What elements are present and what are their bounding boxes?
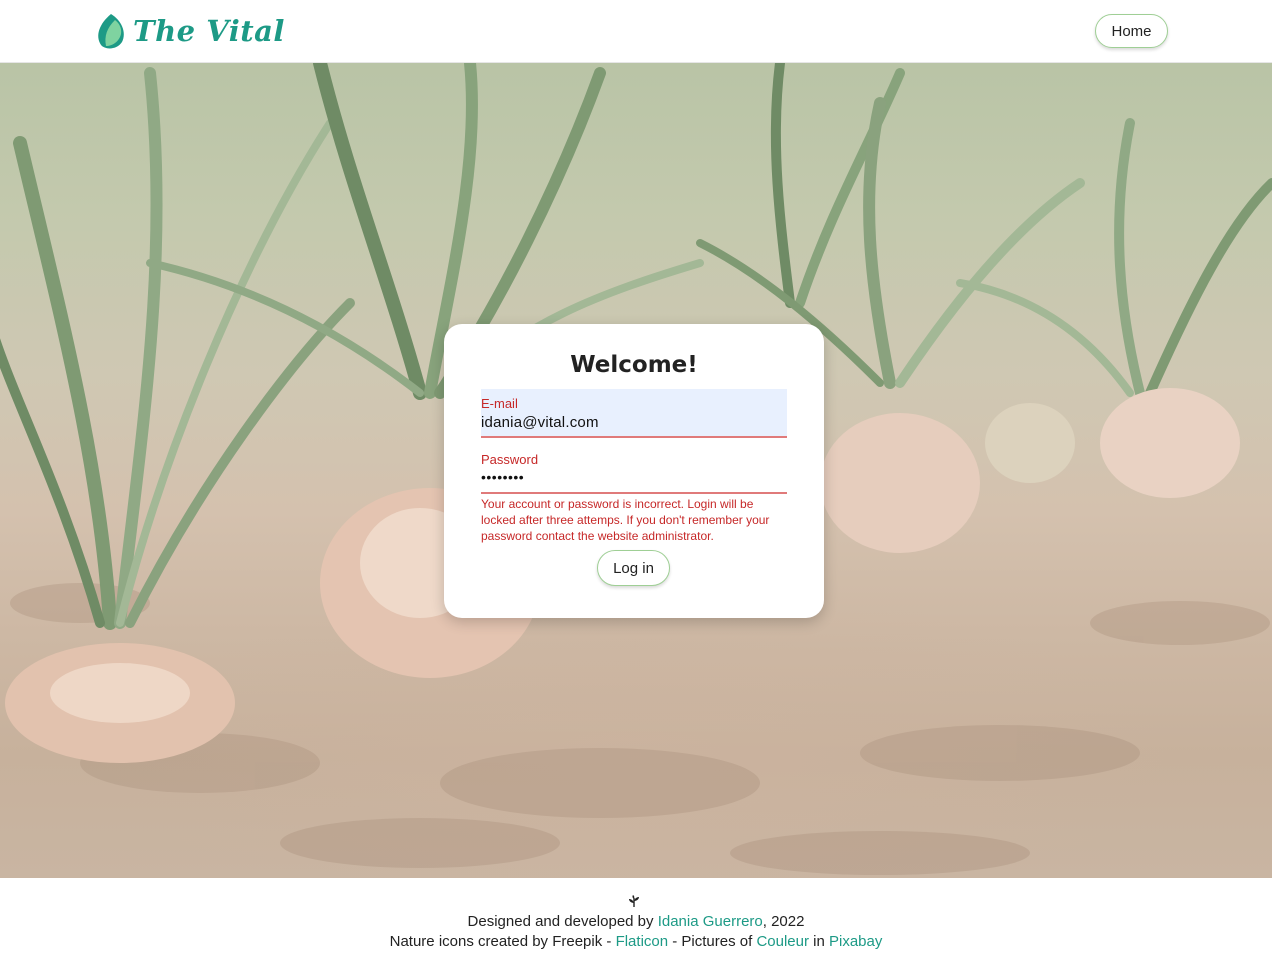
email-input[interactable]: idania@vital.com [481, 414, 599, 431]
author-link[interactable]: Idania Guerrero [658, 913, 763, 930]
site-footer: Designed and developed by Idania Guerrer… [0, 878, 1272, 967]
background-image: Welcome! E-mail idania@vital.com Passwor… [0, 63, 1272, 878]
footer-icons-credit: Nature icons created by Freepik - [389, 933, 616, 950]
leaf-icon [98, 14, 124, 49]
login-card: Welcome! E-mail idania@vital.com Passwor… [444, 324, 824, 618]
site-header: The Vital Home [0, 0, 1272, 63]
footer-credits: Designed and developed by Idania Guerrer… [0, 913, 1272, 930]
footer-pictures-credit: - Pictures of [668, 933, 757, 950]
flaticon-link[interactable]: Flaticon [616, 933, 669, 950]
footer-credit-year: , 2022 [762, 913, 805, 930]
couleur-link[interactable]: Couleur [756, 933, 809, 950]
logo-text: The Vital [133, 14, 285, 48]
login-button[interactable]: Log in [597, 550, 670, 586]
password-field[interactable]: Password •••••••• [481, 445, 787, 494]
email-field[interactable]: E-mail idania@vital.com [481, 389, 787, 438]
footer-credit-prefix: Designed and developed by [467, 913, 658, 930]
home-button[interactable]: Home [1095, 14, 1168, 48]
password-input[interactable]: •••••••• [481, 469, 524, 485]
email-label: E-mail [481, 396, 518, 411]
login-error-message: Your account or password is incorrect. L… [481, 497, 770, 543]
footer-attributions: Nature icons created by Freepik - Flatic… [0, 933, 1272, 950]
login-title: Welcome! [570, 352, 698, 378]
password-label: Password [481, 452, 539, 467]
pixabay-link[interactable]: Pixabay [829, 933, 882, 950]
plant-icon [629, 895, 639, 907]
footer-in-text: in [808, 933, 829, 950]
site-logo[interactable]: The Vital [95, 10, 285, 52]
